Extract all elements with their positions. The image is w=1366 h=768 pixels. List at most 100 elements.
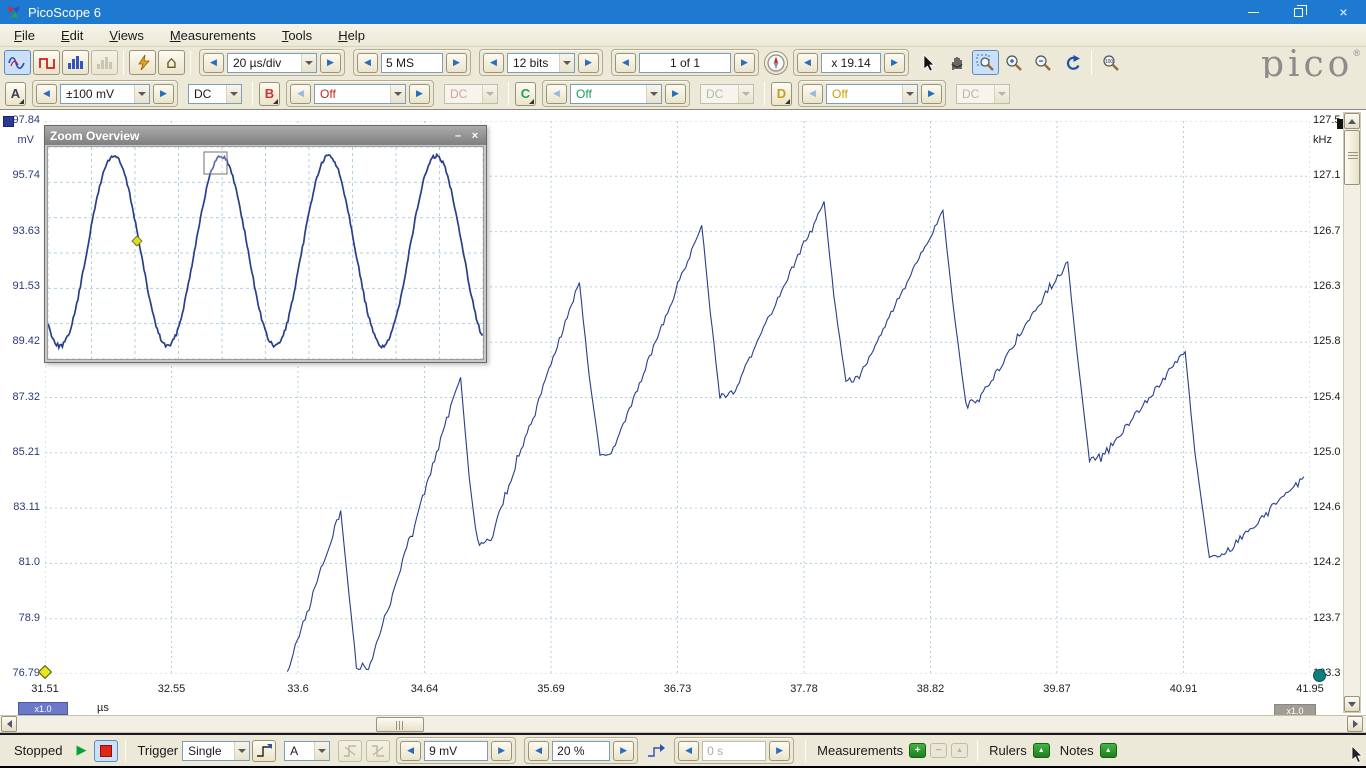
pre-trigger-decrease-button[interactable]: ◀ (528, 741, 549, 761)
trigger-level-increase-button[interactable]: ▶ (491, 741, 512, 761)
channel-c-range-decrease-button[interactable]: ◀ (546, 84, 567, 104)
trigger-source-dropdown[interactable]: A (284, 741, 330, 761)
channel-c-menu-button[interactable]: C (515, 82, 536, 106)
samples-value[interactable]: 5 MS (381, 53, 443, 73)
zoom-full-button[interactable]: 100 (1097, 50, 1124, 75)
channel-d-menu-button[interactable]: D (771, 82, 792, 106)
close-button[interactable]: × (1321, 0, 1366, 24)
channel-a-range-increase-button[interactable]: ▶ (153, 84, 174, 104)
channel-b-range-dropdown[interactable]: Off (314, 84, 406, 104)
zoom-in-tool-button[interactable] (1001, 50, 1028, 75)
page-next-button[interactable]: ▶ (734, 53, 755, 73)
trigger-delay-decrease-button[interactable]: ◀ (678, 741, 699, 761)
channel-a-axis-marker[interactable] (3, 116, 14, 127)
zoom-decrease-button[interactable]: ◀ (797, 53, 818, 73)
trigger-timing-button[interactable] (644, 740, 668, 762)
marquee-zoom-tool-button[interactable] (972, 50, 999, 75)
channel-c-range-dropdown[interactable]: Off (570, 84, 662, 104)
samples-increase-button[interactable]: ▶ (446, 53, 467, 73)
left-arrow-icon: ◀ (535, 746, 542, 756)
auto-setup-button[interactable] (129, 50, 156, 75)
menu-edit[interactable]: Edit (61, 28, 83, 43)
menu-views[interactable]: Views (109, 28, 143, 43)
overview-zoom-region[interactable] (204, 152, 227, 174)
spectrum-view-button[interactable] (62, 50, 89, 75)
pointer-tool-button[interactable] (914, 50, 941, 75)
dropdown-button[interactable] (390, 85, 405, 103)
resolution-increase-button[interactable]: ▶ (578, 53, 599, 73)
dropdown-button[interactable] (314, 742, 329, 760)
channel-a-range-decrease-button[interactable]: ◀ (36, 84, 57, 104)
scroll-up-button[interactable] (1344, 113, 1360, 129)
menu-file[interactable]: File (14, 28, 35, 43)
stop-capture-button[interactable] (94, 740, 118, 762)
channel-a-menu-button[interactable]: A (5, 82, 26, 106)
pan-tool-button[interactable] (943, 50, 970, 75)
scroll-left-button[interactable] (1, 716, 17, 732)
vertical-scrollbar[interactable] (1343, 112, 1361, 713)
pre-trigger-value[interactable]: 20 % (552, 741, 610, 761)
zoom-out-tool-button[interactable] (1030, 50, 1057, 75)
minimize-button[interactable] (1231, 0, 1276, 24)
advanced-trigger-button[interactable] (252, 740, 276, 762)
trigger-mode-dropdown[interactable]: Single (182, 741, 250, 761)
zoom-factor-value[interactable]: x 19.14 (821, 53, 881, 73)
overview-plot[interactable] (48, 147, 483, 359)
channel-a-coupling-dropdown[interactable]: DC (188, 84, 242, 104)
trigger-level-decrease-button[interactable]: ◀ (400, 741, 421, 761)
channel-d-range-increase-button[interactable]: ▶ (921, 84, 942, 104)
menu-measurements[interactable]: Measurements (170, 28, 256, 43)
dropdown-button[interactable] (646, 85, 661, 103)
scope-view-button[interactable] (4, 50, 31, 75)
notes-panel-button[interactable]: ▲ (1100, 743, 1117, 758)
timebase-decrease-button[interactable]: ◀ (203, 53, 224, 73)
dropdown-button[interactable] (559, 54, 574, 72)
page-previous-button[interactable]: ◀ (615, 53, 636, 73)
samples-decrease-button[interactable]: ◀ (357, 53, 378, 73)
vertical-scroll-handle[interactable] (1344, 130, 1360, 185)
channel-a-range-dropdown[interactable]: ±100 mV (60, 84, 150, 104)
dropdown-button[interactable] (234, 742, 249, 760)
dropdown-button[interactable] (902, 85, 917, 103)
horizontal-scrollbar[interactable] (0, 715, 1366, 733)
channel-c-range-increase-button[interactable]: ▶ (665, 84, 686, 104)
persistence-view-button[interactable] (33, 50, 60, 75)
frequency-ruler-marker[interactable] (1313, 669, 1326, 682)
pre-trigger-increase-button[interactable]: ▶ (613, 741, 634, 761)
overview-close-button[interactable]: × (468, 129, 482, 142)
undo-zoom-button[interactable] (1059, 50, 1086, 75)
restore-button[interactable] (1276, 0, 1321, 24)
menu-help[interactable]: Help (338, 28, 365, 43)
horizontal-scroll-handle[interactable] (376, 717, 424, 732)
zoom-increase-button[interactable]: ▶ (884, 53, 905, 73)
dropdown-button[interactable] (134, 85, 149, 103)
trigger-level-value[interactable]: 9 mV (424, 741, 488, 761)
channel-d-range-dropdown[interactable]: Off (826, 84, 918, 104)
dropdown-button[interactable] (301, 54, 316, 72)
channel-b-range-decrease-button[interactable]: ◀ (290, 84, 311, 104)
resolution-decrease-button[interactable]: ◀ (483, 53, 504, 73)
resolution-dropdown[interactable]: 12 bits (507, 53, 575, 73)
zoom-overview-titlebar[interactable]: Zoom Overview – × (45, 126, 486, 145)
scope-display-area[interactable]: 97.8495.7493.6391.5389.4287.3285.2183.11… (0, 110, 1366, 715)
scroll-down-button[interactable] (1344, 696, 1360, 712)
channel-b-menu-button[interactable]: B (259, 82, 280, 106)
overview-minimize-button[interactable]: – (451, 129, 465, 142)
zoom-overview-body[interactable] (47, 146, 484, 360)
start-capture-button[interactable]: ▶ (76, 743, 86, 758)
page-indicator[interactable]: 1 of 1 (639, 53, 731, 73)
navigator-button[interactable] (764, 51, 788, 75)
home-button[interactable]: ⌂ (158, 50, 185, 75)
rulers-panel-button[interactable]: ▲ (1033, 743, 1050, 758)
overview-marker[interactable] (132, 236, 142, 246)
menu-tools[interactable]: Tools (282, 28, 312, 43)
trigger-delay-increase-button[interactable]: ▶ (769, 741, 790, 761)
channel-d-range-decrease-button[interactable]: ◀ (802, 84, 823, 104)
timebase-increase-button[interactable]: ▶ (320, 53, 341, 73)
channel-b-range-increase-button[interactable]: ▶ (409, 84, 430, 104)
scroll-right-button[interactable] (1347, 716, 1363, 732)
timebase-dropdown[interactable]: 20 µs/div (227, 53, 317, 73)
zoom-overview-window[interactable]: Zoom Overview – × (44, 125, 487, 363)
add-measurement-button[interactable]: + (909, 743, 926, 758)
dropdown-button[interactable] (226, 85, 241, 103)
